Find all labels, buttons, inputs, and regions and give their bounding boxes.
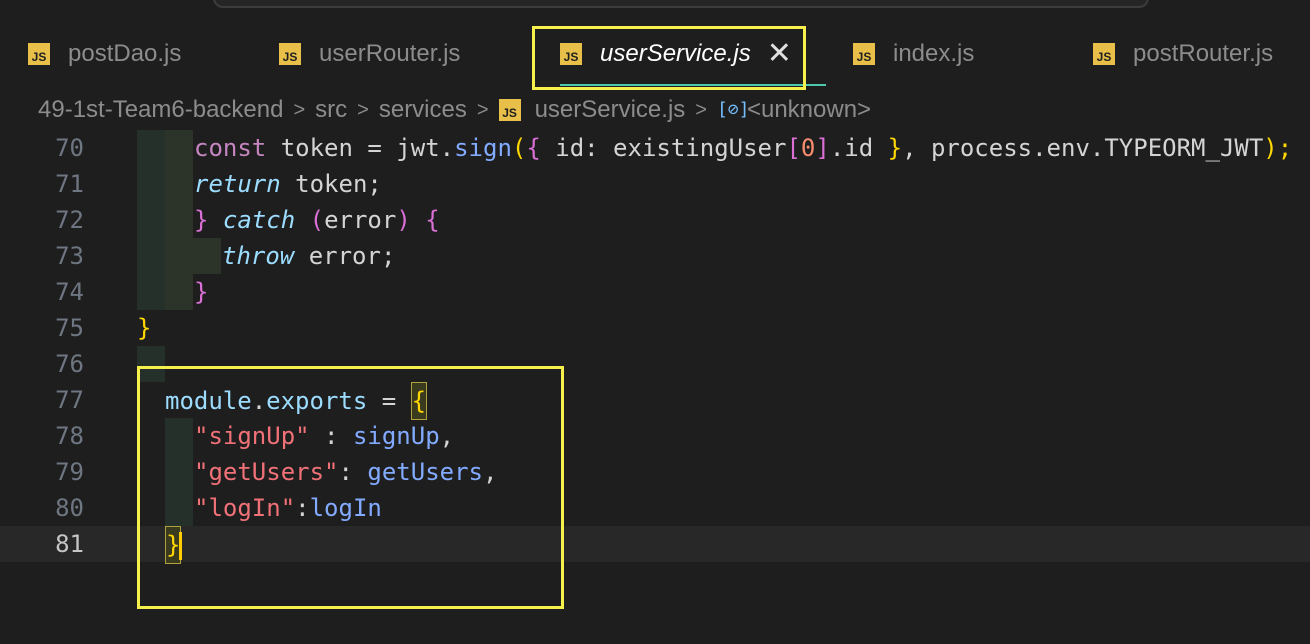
js-file-icon: JS [279, 43, 301, 65]
line-number: 78 [55, 422, 84, 450]
code-line: 73 throw error; [0, 238, 1310, 274]
js-file-icon: JS [853, 43, 875, 65]
command-center[interactable] [213, 0, 1149, 8]
code-text: } [194, 278, 209, 306]
code-line: 75 } [0, 310, 1310, 346]
tab-label: postRouter.js [1133, 40, 1274, 67]
breadcrumb-symbol[interactable]: <unknown> [747, 96, 871, 124]
js-file-icon: JS [498, 99, 521, 121]
js-file-icon: JS [1093, 43, 1115, 65]
code-text: } [165, 526, 183, 564]
tab-userservice[interactable]: JS userService.js ✕ [560, 24, 792, 84]
tab-postdao[interactable]: JS postDao.js [28, 24, 181, 84]
code-line: 77 module.exports = { [0, 382, 1310, 420]
line-number: 70 [55, 134, 84, 162]
tab-label: postDao.js [68, 40, 182, 67]
tab-index[interactable]: JS index.js [853, 24, 974, 84]
js-file-icon: JS [560, 43, 582, 65]
tab-label: index.js [893, 40, 975, 67]
symbol-variable-icon: [⊘] [716, 99, 750, 120]
code-text: const token = jwt.sign({ id: existingUse… [194, 134, 1293, 162]
code-text: } catch (error) { [194, 206, 440, 234]
breadcrumb-file[interactable]: userService.js [535, 96, 686, 124]
tab-label: userRouter.js [319, 40, 461, 67]
chevron-right-icon: > [476, 98, 489, 121]
code-editor[interactable]: 70 const token = jwt.sign({ id: existing… [0, 130, 1310, 644]
code-text: throw error; [222, 242, 396, 270]
code-text: "logIn":logIn [194, 494, 382, 522]
tab-postrouter[interactable]: JS postRouter.js [1093, 24, 1273, 84]
chevron-right-icon: > [293, 98, 306, 121]
code-text: "getUsers": getUsers, [194, 458, 498, 486]
line-number: 73 [55, 242, 84, 270]
code-line: 70 const token = jwt.sign({ id: existing… [0, 130, 1310, 166]
code-line: 71 return token; [0, 166, 1310, 202]
line-number: 79 [55, 458, 84, 486]
line-number: 81 [55, 530, 84, 558]
code-line-current: 81 } [0, 526, 1310, 564]
line-number: 74 [55, 278, 84, 306]
breadcrumb: 49-1st-Team6-backend > src > services > … [38, 90, 871, 130]
code-line: 80 "logIn":logIn [0, 490, 1310, 526]
editor-tab-bar: JS postDao.js JS userRouter.js JS userSe… [0, 24, 1310, 86]
code-line: 72 } catch (error) { [0, 202, 1310, 238]
breadcrumb-project[interactable]: 49-1st-Team6-backend [38, 96, 283, 124]
line-number: 80 [55, 494, 84, 522]
code-text: module.exports = { [165, 382, 428, 420]
title-bar [0, 0, 1310, 24]
code-line: 78 "signUp" : signUp, [0, 418, 1310, 454]
active-tab-indicator [560, 84, 826, 86]
line-number: 72 [55, 206, 84, 234]
breadcrumb-src[interactable]: src [315, 96, 347, 124]
line-number: 76 [55, 350, 84, 378]
chevron-right-icon: > [695, 98, 707, 121]
line-number: 75 [55, 314, 84, 342]
code-line: 74 } [0, 274, 1310, 310]
js-file-icon: JS [28, 43, 50, 65]
close-icon[interactable]: ✕ [767, 39, 792, 69]
tab-label: userService.js [600, 40, 751, 67]
code-text: "signUp" : signUp, [194, 422, 455, 450]
code-text: return token; [194, 170, 382, 198]
code-line: 76 [0, 346, 1310, 382]
tab-userrouter[interactable]: JS userRouter.js [279, 24, 460, 84]
code-text: } [137, 314, 152, 342]
breadcrumb-services[interactable]: services [379, 96, 467, 124]
chevron-right-icon: > [357, 98, 369, 121]
code-line: 79 "getUsers": getUsers, [0, 454, 1310, 490]
line-number: 77 [55, 386, 84, 414]
line-number: 71 [55, 170, 84, 198]
text-cursor [179, 532, 183, 560]
